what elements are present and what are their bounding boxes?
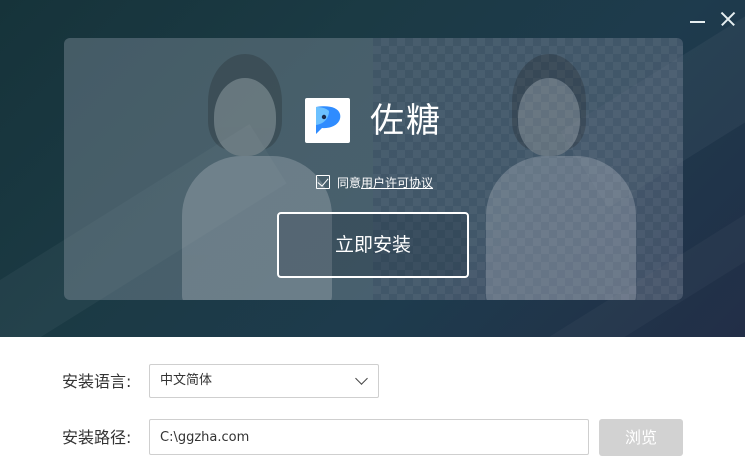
person-cutout-image <box>456 48 656 300</box>
browse-button[interactable]: 浏览 <box>599 419 683 456</box>
agreement-prefix: 同意 <box>337 175 362 190</box>
language-select-value: 中文简体 <box>160 373 213 388</box>
chevron-down-icon <box>355 372 368 385</box>
language-select[interactable]: 中文简体 <box>149 364 379 398</box>
zuotang-logo-icon <box>305 98 350 143</box>
install-path-label: 安装路径: <box>62 428 132 447</box>
agreement-row: 同意 用户许可协议 <box>316 173 433 191</box>
app-title: 佐糖 <box>370 101 442 141</box>
installer-banner: 佐糖 同意 用户许可协议 立即安装 <box>0 0 745 337</box>
agreement-checkbox[interactable] <box>316 175 330 189</box>
install-language-label: 安装语言: <box>62 372 132 391</box>
install-now-button[interactable]: 立即安装 <box>277 212 469 278</box>
license-agreement-link[interactable]: 用户许可协议 <box>361 174 433 191</box>
install-path-input[interactable] <box>149 419 589 455</box>
close-icon[interactable] <box>717 8 739 30</box>
minimize-icon[interactable] <box>687 8 709 30</box>
